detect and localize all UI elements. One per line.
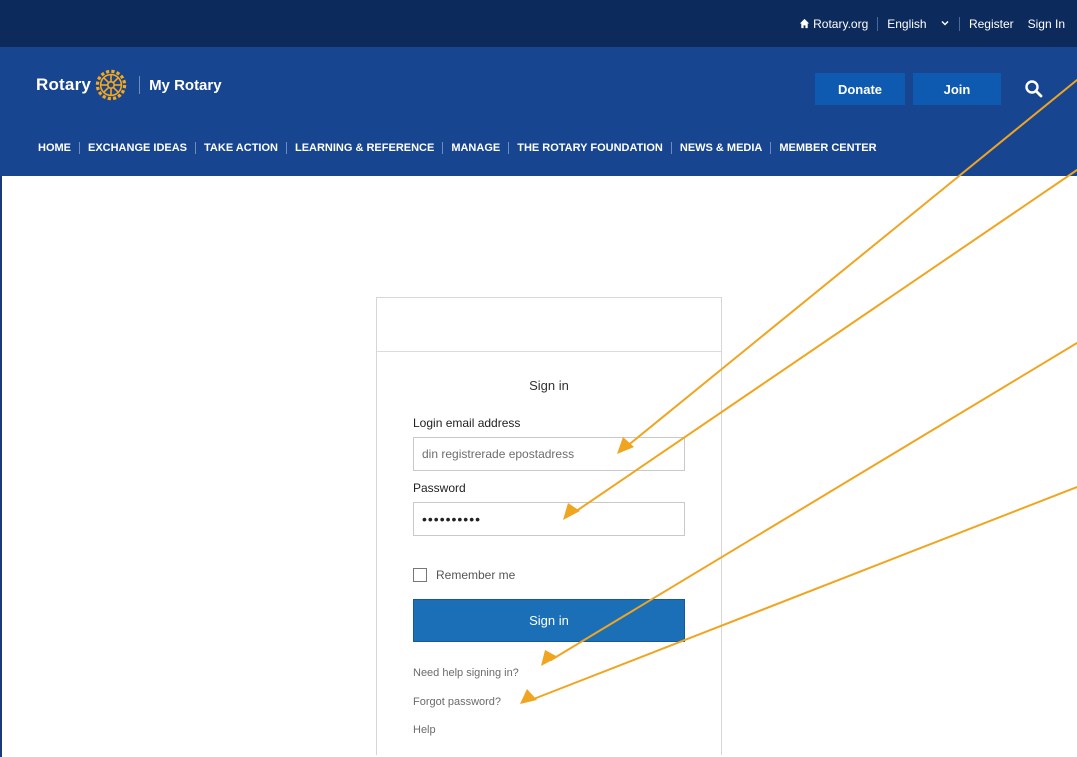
sign-in-title: Sign in	[529, 378, 569, 393]
home-icon	[800, 18, 810, 28]
rotary-logo[interactable]: Rotary My Rotary	[36, 69, 222, 101]
logo-wordmark: Rotary	[36, 75, 92, 94]
logo-divider	[139, 76, 141, 94]
need-help-link[interactable]: Need help signing in?	[413, 667, 519, 679]
nav-divider	[670, 142, 672, 154]
rotary-org-link[interactable]: Rotary.org	[799, 17, 868, 31]
language-select[interactable]: English	[887, 17, 950, 31]
nav-divider	[442, 142, 444, 154]
donate-button[interactable]: Donate	[815, 73, 905, 105]
language-label: English	[887, 16, 927, 31]
help-link[interactable]: Help	[413, 724, 436, 736]
email-label: Login email address	[413, 416, 521, 430]
nav-divider	[508, 142, 510, 154]
nav-member-center[interactable]: MEMBER CENTER	[779, 142, 876, 154]
forgot-password-link[interactable]: Forgot password?	[413, 696, 501, 708]
page-left-border	[0, 176, 7, 757]
nav-home[interactable]: HOME	[38, 142, 71, 154]
nav-divider	[770, 142, 772, 154]
nav-take-action[interactable]: TAKE ACTION	[204, 142, 278, 154]
nav-divider	[285, 142, 287, 154]
nav-news-media[interactable]: NEWS & MEDIA	[680, 142, 763, 154]
nav-divider	[79, 142, 80, 154]
nav-rotary-foundation[interactable]: THE ROTARY FOUNDATION	[517, 142, 663, 154]
chevron-down-icon	[941, 20, 949, 26]
search-icon[interactable]	[1024, 79, 1044, 99]
rotary-wheel-icon	[95, 69, 127, 101]
nav-divider	[195, 142, 197, 154]
my-rotary-title: My Rotary	[149, 76, 222, 94]
register-link[interactable]: Register	[969, 17, 1014, 31]
sign-in-link[interactable]: Sign In	[1028, 17, 1065, 31]
remember-me[interactable]: Remember me	[413, 568, 515, 582]
password-field[interactable]	[413, 502, 685, 536]
remember-me-label: Remember me	[436, 568, 516, 582]
sign-in-button[interactable]: Sign in	[413, 599, 685, 642]
utility-links: Rotary.org English Register Sign In	[799, 0, 1065, 47]
utility-divider	[958, 16, 960, 31]
rotary-org-label: Rotary.org	[813, 16, 869, 31]
remember-me-checkbox[interactable]	[413, 568, 427, 582]
sign-in-card: Sign in Login email address Password Rem…	[376, 297, 722, 755]
main-nav: HOME EXCHANGE IDEAS TAKE ACTION LEARNING…	[38, 142, 877, 154]
nav-exchange-ideas[interactable]: EXCHANGE IDEAS	[88, 142, 187, 154]
nav-manage[interactable]: MANAGE	[451, 142, 500, 154]
utility-bar: Rotary.org English Register Sign In	[0, 0, 1077, 47]
utility-divider	[877, 16, 879, 31]
password-label: Password	[413, 481, 466, 495]
email-field[interactable]	[413, 437, 685, 471]
join-button[interactable]: Join	[913, 73, 1001, 105]
nav-learning-reference[interactable]: LEARNING & REFERENCE	[295, 142, 434, 154]
site-header: Rotary My Rotary Donate Join HOME EXCHAN…	[0, 47, 1077, 176]
card-header	[377, 298, 721, 352]
